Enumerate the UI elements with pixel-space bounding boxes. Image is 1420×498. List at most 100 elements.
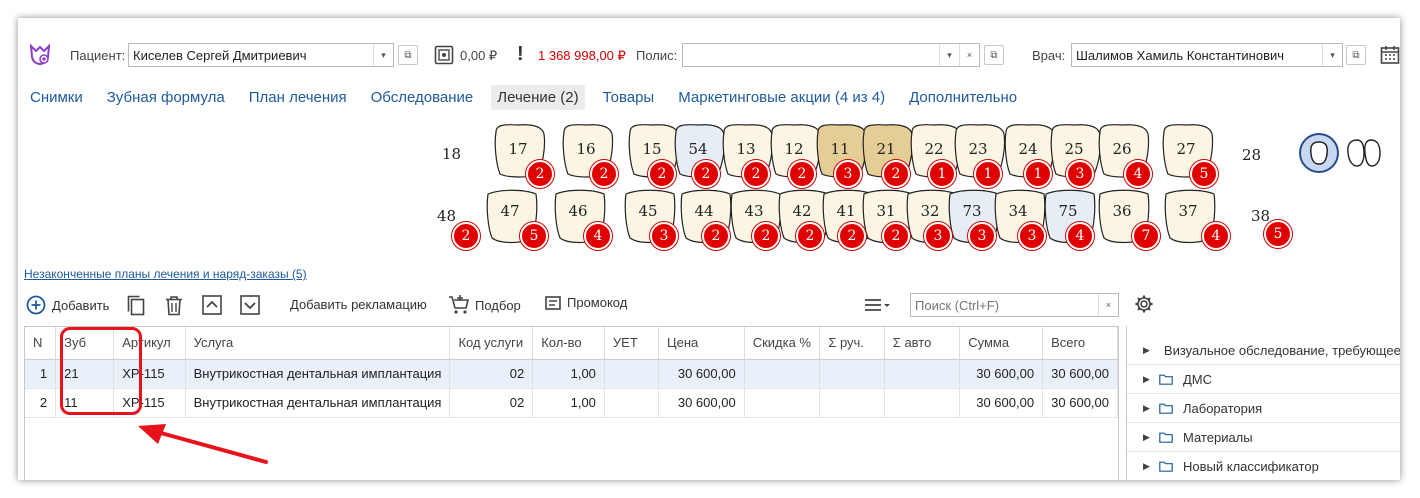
column-header[interactable]: Всего xyxy=(1042,327,1118,360)
policy-select[interactable]: ▾ × xyxy=(682,43,980,67)
column-header[interactable]: Скидка % xyxy=(744,327,821,360)
column-header[interactable]: Кол-во xyxy=(532,327,605,360)
clear-search-icon[interactable]: × xyxy=(1098,294,1118,316)
procedure-count-badge[interactable]: 2 xyxy=(788,160,816,188)
folder-icon xyxy=(1159,403,1173,414)
procedure-count-badge[interactable]: 1 xyxy=(1024,160,1052,188)
copy-icon[interactable] xyxy=(126,295,146,317)
procedure-count-badge[interactable]: 2 xyxy=(752,222,780,250)
column-header[interactable]: Цена xyxy=(658,327,745,360)
column-header[interactable]: Σ руч. xyxy=(819,327,885,360)
procedure-count-badge[interactable]: 3 xyxy=(1018,222,1046,250)
folder-icon xyxy=(1159,432,1173,443)
tab-images[interactable]: Снимки xyxy=(24,85,89,110)
row-qty: 1,00 xyxy=(532,388,605,418)
procedure-count-badge[interactable]: 4 xyxy=(1202,222,1230,250)
table-row[interactable]: 1 21 ХР-115 Внутрикостная дентальная имп… xyxy=(25,359,1118,389)
open-doctor-icon[interactable]: ⧉ xyxy=(1346,45,1366,65)
expand-icon[interactable]: ▶ xyxy=(1143,345,1150,356)
procedure-count-badge[interactable]: 2 xyxy=(648,160,676,188)
procedure-count-badge[interactable]: 2 xyxy=(742,160,770,188)
gear-icon[interactable] xyxy=(1134,294,1154,314)
tab-examination[interactable]: Обследование xyxy=(365,85,480,110)
procedure-count-badge[interactable]: 2 xyxy=(838,222,866,250)
expand-icon[interactable]: ▶ xyxy=(1143,461,1155,472)
doctor-value: Шалимов Хамиль Константинович xyxy=(1076,47,1285,63)
warning-icon: ! xyxy=(517,43,524,65)
procedure-count-badge[interactable]: 1 xyxy=(974,160,1002,188)
procedure-count-badge[interactable]: 3 xyxy=(968,222,996,250)
selection-label: Подбор xyxy=(475,297,521,313)
chevron-down-icon[interactable]: ▾ xyxy=(373,44,393,66)
procedure-count-badge[interactable]: 2 xyxy=(882,160,910,188)
table-row[interactable]: 2 11 ХР-115 Внутрикостная дентальная имп… xyxy=(25,388,1118,418)
add-claim-button[interactable]: Добавить рекламацию xyxy=(290,297,427,312)
procedure-count-badge[interactable]: 2 xyxy=(452,222,480,250)
tab-additional[interactable]: Дополнительно xyxy=(903,85,1023,110)
doctor-label: Врач: xyxy=(1032,48,1066,63)
safe-icon[interactable] xyxy=(434,45,454,65)
patient-select[interactable]: Киселев Сергей Дмитриевич ▾ xyxy=(128,43,394,67)
tab-dental-formula[interactable]: Зубная формула xyxy=(101,85,231,110)
procedure-count-badge[interactable]: 4 xyxy=(1124,160,1152,188)
move-up-icon[interactable] xyxy=(202,295,222,315)
doctor-select[interactable]: Шалимов Хамиль Константинович ▾ xyxy=(1071,43,1343,67)
add-button[interactable]: Добавить xyxy=(26,295,109,315)
procedure-count-badge[interactable]: 3 xyxy=(1066,160,1094,188)
calendar-icon[interactable] xyxy=(1380,45,1400,65)
jaw-view-single-icon[interactable] xyxy=(1298,132,1340,174)
unfinished-plans-link[interactable]: Незаконченные планы лечения и наряд-зака… xyxy=(24,267,307,281)
tooth-number: 36 xyxy=(1112,202,1132,220)
more-menu-button[interactable] xyxy=(864,297,890,313)
open-patient-icon[interactable]: ⧉ xyxy=(398,45,418,65)
column-header[interactable]: N xyxy=(25,327,57,360)
tree-item-label: Визуальное обследование, требующее xyxy=(1163,342,1400,358)
tab-treatment-plan[interactable]: План лечения xyxy=(243,85,353,110)
tree-item[interactable]: ▶ Новый классификатор xyxy=(1127,452,1400,480)
row-auto xyxy=(884,359,961,389)
procedure-count-badge[interactable]: 2 xyxy=(692,160,720,188)
open-policy-icon[interactable]: ⧉ xyxy=(984,45,1004,65)
tree-item[interactable]: ▶ Визуальное обследование, требующее xyxy=(1127,336,1400,365)
tooth-number: 26 xyxy=(1112,140,1132,158)
procedure-count-badge[interactable]: 5 xyxy=(1264,220,1292,248)
chevron-down-icon[interactable]: ▾ xyxy=(1322,44,1342,66)
jaw-view-double-icon[interactable] xyxy=(1344,136,1384,170)
promo-button[interactable]: Промокод xyxy=(545,295,627,310)
procedure-count-badge[interactable]: 5 xyxy=(520,222,548,250)
procedure-count-badge[interactable]: 3 xyxy=(650,222,678,250)
clear-icon[interactable]: × xyxy=(959,44,979,66)
column-header[interactable]: Σ авто xyxy=(884,327,961,360)
procedure-count-badge[interactable]: 7 xyxy=(1132,222,1160,250)
column-header[interactable]: Код услуги xyxy=(449,327,534,360)
tab-treatment[interactable]: Лечение (2) xyxy=(491,84,585,110)
procedure-count-badge[interactable]: 2 xyxy=(882,222,910,250)
procedure-count-badge[interactable]: 4 xyxy=(1066,222,1094,250)
expand-icon[interactable]: ▶ xyxy=(1143,403,1155,414)
quadrant-label-lower-left: 38 xyxy=(1251,207,1271,225)
tree-item[interactable]: ▶ Материалы xyxy=(1127,423,1400,452)
expand-icon[interactable]: ▶ xyxy=(1143,374,1155,385)
column-header[interactable]: Сумма xyxy=(959,327,1044,360)
delete-icon[interactable] xyxy=(164,295,184,317)
procedure-count-badge[interactable]: 3 xyxy=(834,160,862,188)
search-input[interactable] xyxy=(911,294,1098,316)
tree-item[interactable]: ▶ ДМС xyxy=(1127,365,1400,394)
tab-goods[interactable]: Товары xyxy=(597,85,661,110)
chevron-down-icon[interactable]: ▾ xyxy=(939,44,959,66)
column-header[interactable]: УЕТ xyxy=(604,327,660,360)
tree-item[interactable]: ▶ Лаборатория xyxy=(1127,394,1400,423)
procedure-count-badge[interactable]: 2 xyxy=(590,160,618,188)
procedure-count-badge[interactable]: 4 xyxy=(584,222,612,250)
procedure-count-badge[interactable]: 5 xyxy=(1190,160,1218,188)
selection-button[interactable]: Подбор xyxy=(448,295,521,315)
procedure-count-badge[interactable]: 2 xyxy=(702,222,730,250)
move-down-icon[interactable] xyxy=(240,295,260,315)
procedure-count-badge[interactable]: 2 xyxy=(526,160,554,188)
procedure-count-badge[interactable]: 2 xyxy=(796,222,824,250)
procedure-count-badge[interactable]: 3 xyxy=(924,222,952,250)
procedure-count-badge[interactable]: 1 xyxy=(928,160,956,188)
expand-icon[interactable]: ▶ xyxy=(1143,432,1155,443)
tab-marketing[interactable]: Маркетинговые акции (4 из 4) xyxy=(672,85,891,110)
column-header[interactable]: Услуга xyxy=(185,327,451,360)
